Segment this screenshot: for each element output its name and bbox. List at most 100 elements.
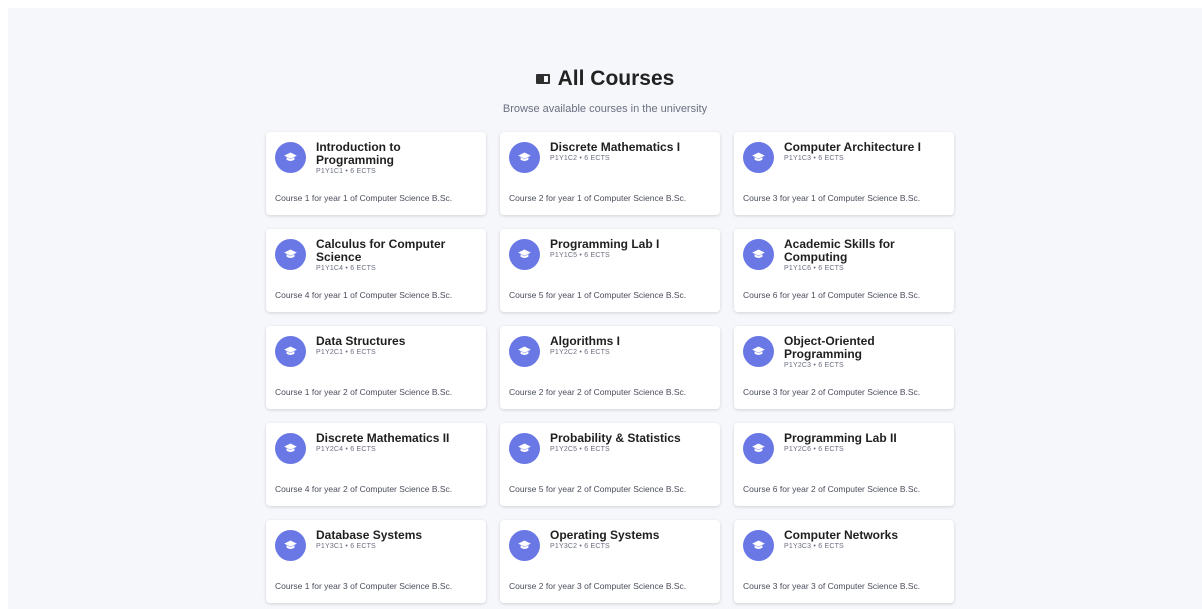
course-description: Course 2 for year 1 of Computer Science … [509,193,687,203]
course-name: Discrete Mathematics II [316,431,450,445]
course-meta: P1Y1C3 • 6 ECTS [784,155,844,162]
course-card-header: Programming Lab I P1Y1C5 • 6 ECTS [509,238,712,270]
graduation-cap-glyph [752,152,765,161]
graduation-cap-glyph [518,346,531,355]
course-name: Calculus for Computer Science [316,237,446,264]
graduation-cap-icon [743,239,774,270]
course-card-header: Object-Oriented Programming P1Y2C3 • 6 E… [743,335,946,369]
course-meta: P1Y2C1 • 6 ECTS [316,349,376,356]
graduation-cap-icon [509,142,540,173]
course-meta: P1Y3C2 • 6 ECTS [550,543,610,550]
graduation-cap-glyph [752,540,765,549]
course-card-text: Operating Systems P1Y3C2 • 6 ECTS [550,528,660,551]
course-card[interactable]: Database Systems P1Y3C1 • 6 ECTS Course … [266,520,486,603]
graduation-cap-glyph [518,443,531,452]
graduation-cap-icon [743,142,774,173]
course-description: Course 4 for year 1 of Computer Science … [275,290,453,300]
graduation-cap-glyph [284,249,297,258]
course-card[interactable]: Data Structures P1Y2C1 • 6 ECTS Course 1… [266,326,486,409]
course-card-header: Database Systems P1Y3C1 • 6 ECTS [275,529,478,561]
course-description: Course 2 for year 2 of Computer Science … [509,387,687,397]
course-name: Computer Architecture I [784,140,921,154]
graduation-cap-icon [509,433,540,464]
graduation-cap-glyph [284,443,297,452]
course-card-text: Database Systems P1Y3C1 • 6 ECTS [316,529,422,551]
graduation-cap-icon [743,336,774,367]
graduation-cap-icon [509,239,540,270]
course-card-text: Computer Networks P1Y3C3 • 6 ECTS [784,528,899,551]
course-name: Programming Lab II [784,431,897,445]
course-card[interactable]: Calculus for Computer Science P1Y1C4 • 6… [266,229,486,312]
graduation-cap-glyph [518,249,531,258]
course-description: Course 3 for year 2 of Computer Science … [743,387,921,397]
course-card-text: Probability & Statistics P1Y2C5 • 6 ECTS [550,431,681,454]
graduation-cap-icon [275,433,306,464]
course-description: Course 6 for year 2 of Computer Science … [743,484,921,494]
course-card-header: Probability & Statistics P1Y2C5 • 6 ECTS [509,432,712,464]
course-card-header: Computer Architecture I P1Y1C3 • 6 ECTS [743,141,946,173]
course-name: Data Structures [316,334,406,348]
course-card-header: Data Structures P1Y2C1 • 6 ECTS [275,335,478,367]
course-meta: P1Y3C3 • 6 ECTS [784,543,844,550]
course-description: Course 6 for year 1 of Computer Science … [743,290,921,300]
course-grid: Introduction to Programming P1Y1C1 • 6 E… [266,132,954,603]
course-name: Probability & Statistics [550,431,681,445]
course-description: Course 3 for year 3 of Computer Science … [743,581,921,591]
course-card-text: Data Structures P1Y2C1 • 6 ECTS [316,334,406,357]
graduation-cap-glyph [284,540,297,549]
title-row: All Courses [8,64,1202,94]
course-card-header: Discrete Mathematics I P1Y1C2 • 6 ECTS [509,141,712,173]
course-description: Course 3 for year 1 of Computer Science … [743,193,921,203]
course-card[interactable]: Discrete Mathematics I P1Y1C2 • 6 ECTS C… [500,132,720,215]
course-card-header: Operating Systems P1Y3C2 • 6 ECTS [509,529,712,561]
course-description: Course 1 for year 1 of Computer Science … [275,193,453,203]
course-card[interactable]: Academic Skills for Computing P1Y1C6 • 6… [734,229,954,312]
course-name: Academic Skills for Computing [784,237,895,264]
course-meta: P1Y2C3 • 6 ECTS [784,362,844,369]
course-card-text: Programming Lab I P1Y1C5 • 6 ECTS [550,237,660,260]
course-meta: P1Y1C2 • 6 ECTS [550,155,610,162]
app-root: All Courses Browse available courses in … [8,8,1202,609]
course-card[interactable]: Object-Oriented Programming P1Y2C3 • 6 E… [734,326,954,409]
course-card[interactable]: Programming Lab II P1Y2C6 • 6 ECTS Cours… [734,423,954,506]
course-name: Computer Networks [784,528,899,542]
graduation-cap-icon [275,336,306,367]
course-card-text: Introduction to Programming P1Y1C1 • 6 E… [316,141,478,176]
page-header: All Courses Browse available courses in … [8,64,1202,115]
course-name: Programming Lab I [550,237,660,251]
course-meta: P1Y2C2 • 6 ECTS [550,349,610,356]
book-icon [535,74,550,84]
page-subtitle: Browse available courses in the universi… [502,103,708,115]
course-description: Course 4 for year 2 of Computer Science … [275,484,453,494]
course-card[interactable]: Discrete Mathematics II P1Y2C4 • 6 ECTS … [266,423,486,506]
graduation-cap-glyph [752,443,765,452]
course-card-header: Introduction to Programming P1Y1C1 • 6 E… [275,141,478,175]
graduation-cap-glyph [284,152,297,161]
graduation-cap-icon [743,530,774,561]
course-card-header: Algorithms I P1Y2C2 • 6 ECTS [509,335,712,367]
course-meta: P1Y2C6 • 6 ECTS [784,446,844,453]
course-card[interactable]: Computer Networks P1Y3C3 • 6 ECTS Course… [734,520,954,603]
course-card[interactable]: Introduction to Programming P1Y1C1 • 6 E… [266,132,486,215]
course-card-text: Object-Oriented Programming P1Y2C3 • 6 E… [784,335,946,370]
course-description: Course 2 for year 3 of Computer Science … [509,581,687,591]
course-card[interactable]: Probability & Statistics P1Y2C5 • 6 ECTS… [500,423,720,506]
graduation-cap-glyph [518,152,531,161]
course-card-text: Discrete Mathematics II P1Y2C4 • 6 ECTS [316,431,450,454]
course-name: Operating Systems [550,528,660,542]
course-meta: P1Y1C1 • 6 ECTS [316,168,376,175]
course-card[interactable]: Programming Lab I P1Y1C5 • 6 ECTS Course… [500,229,720,312]
graduation-cap-glyph [752,249,765,258]
graduation-cap-glyph [518,540,531,549]
course-card[interactable]: Computer Architecture I P1Y1C3 • 6 ECTS … [734,132,954,215]
course-meta: P1Y1C4 • 6 ECTS [316,265,376,272]
course-card-text: Calculus for Computer Science P1Y1C4 • 6… [316,237,478,273]
course-card-header: Academic Skills for Computing P1Y1C6 • 6… [743,238,946,272]
course-name: Algorithms I [550,334,621,348]
course-card[interactable]: Algorithms I P1Y2C2 • 6 ECTS Course 2 fo… [500,326,720,409]
graduation-cap-icon [743,433,774,464]
graduation-cap-icon [509,336,540,367]
course-card[interactable]: Operating Systems P1Y3C2 • 6 ECTS Course… [500,520,720,603]
course-meta: P1Y3C1 • 6 ECTS [316,543,376,550]
course-card-text: Academic Skills for Computing P1Y1C6 • 6… [784,237,946,273]
